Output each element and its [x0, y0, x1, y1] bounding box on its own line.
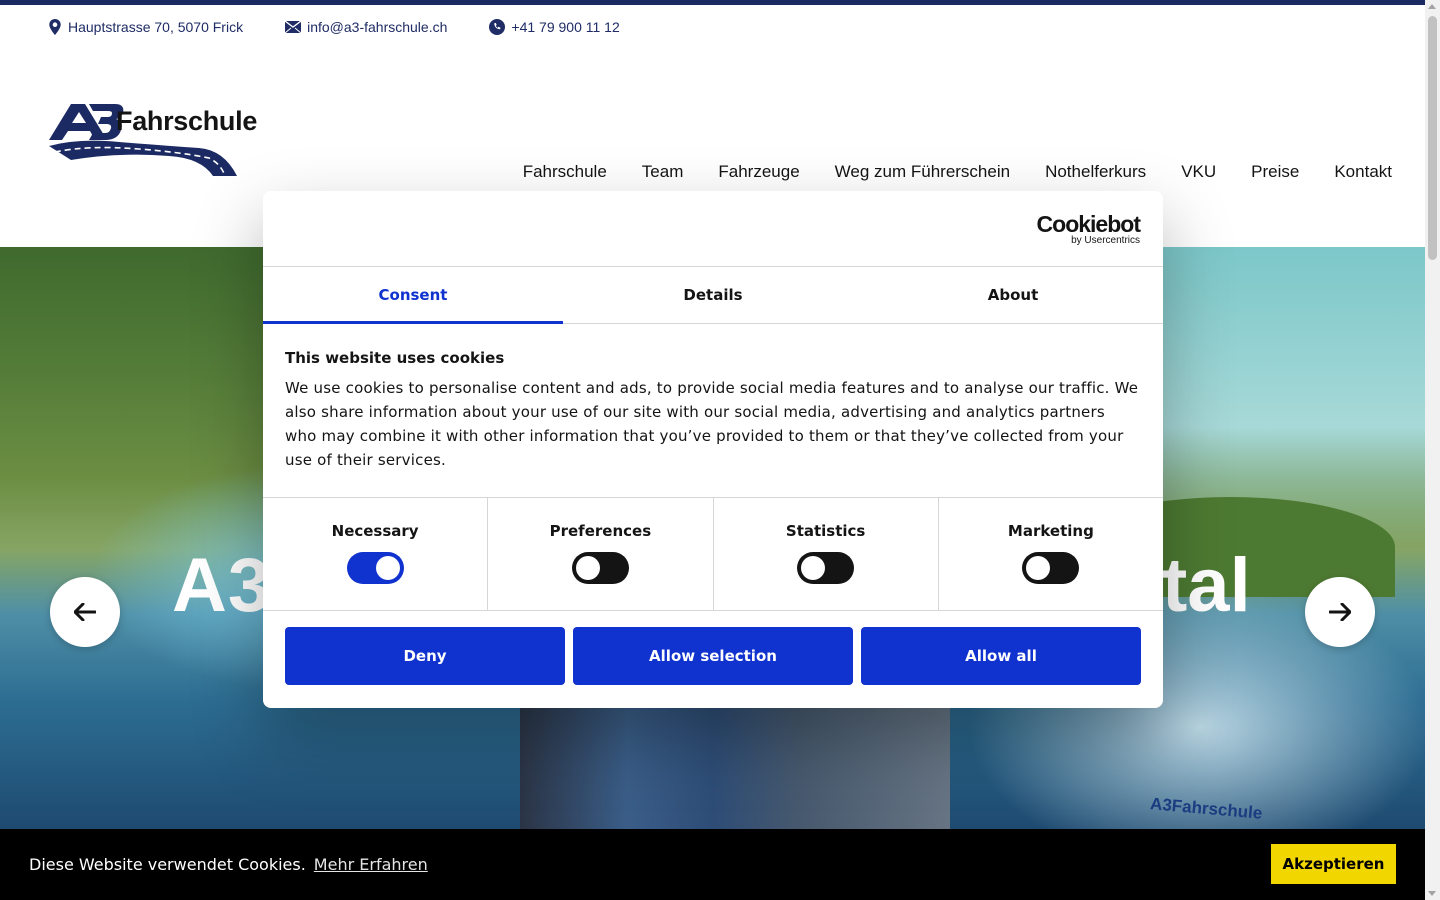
hero-title-start: A3 — [172, 543, 272, 628]
tab-about[interactable]: About — [863, 267, 1163, 323]
slider-next-button[interactable] — [1305, 577, 1375, 647]
toggle-label-preferences: Preferences — [549, 522, 652, 540]
cookie-dialog-title: This website uses cookies — [285, 349, 505, 367]
contact-bar: Hauptstrasse 70, 5070 Frick info@a3-fahr… — [48, 17, 662, 37]
cookie-notice-message: Diese Website verwendet Cookies. — [29, 855, 306, 874]
statistics-switch[interactable] — [797, 552, 855, 584]
cookie-category-toggles: Necessary Preferences Statistics Marketi… — [263, 498, 1163, 611]
top-border — [0, 0, 1425, 5]
nav-item-team[interactable]: Team — [642, 162, 684, 182]
switch-knob — [575, 556, 600, 580]
arrow-right-icon — [1329, 603, 1351, 621]
phone-icon — [489, 19, 506, 35]
cookie-dialog-text: We use cookies to personalise content an… — [285, 379, 1139, 469]
cookie-dialog-body: This website uses cookies We use cookies… — [263, 324, 1163, 498]
deny-button[interactable]: Deny — [285, 627, 565, 685]
cookiebot-brand: Cookiebot — [1036, 211, 1141, 237]
tab-details[interactable]: Details — [563, 267, 863, 323]
location-pin-icon — [49, 19, 61, 35]
allow-all-button[interactable]: Allow all — [861, 627, 1141, 685]
preferences-switch[interactable] — [571, 552, 629, 584]
toggle-preferences: Preferences — [488, 498, 714, 610]
cookiebot-logo[interactable]: Cookiebot by Usercentrics — [1036, 211, 1141, 247]
cookie-dialog-tabs: Consent Details About — [263, 267, 1163, 324]
phone-text: +41 79 900 11 12 — [511, 19, 620, 35]
toggle-label-marketing: Marketing — [1007, 522, 1094, 540]
toggle-label-statistics: Statistics — [785, 522, 866, 540]
nav-item-weg-zum-fuehrerschein[interactable]: Weg zum Führerschein — [835, 162, 1010, 182]
necessary-switch[interactable] — [346, 552, 404, 584]
arrow-left-icon — [74, 603, 96, 621]
phone-item[interactable]: +41 79 900 11 12 — [489, 19, 620, 35]
nav-item-kontakt[interactable]: Kontakt — [1334, 162, 1392, 182]
address-item[interactable]: Hauptstrasse 70, 5070 Frick — [48, 19, 243, 35]
accept-cookies-button[interactable]: Akzeptieren — [1271, 844, 1396, 884]
toggle-marketing: Marketing — [939, 498, 1163, 610]
main-nav: Fahrschule Team Fahrzeuge Weg zum Führer… — [523, 162, 1392, 182]
cookie-dialog-header: Cookiebot by Usercentrics — [263, 191, 1163, 267]
hero-title-end: tal — [1162, 543, 1251, 628]
toggle-label-necessary: Necessary — [331, 522, 419, 540]
logo-text: Fahrschule — [116, 106, 258, 136]
toggle-statistics: Statistics — [714, 498, 939, 610]
nav-item-preise[interactable]: Preise — [1251, 162, 1299, 182]
switch-knob — [801, 556, 826, 580]
page-scrollbar[interactable] — [1425, 0, 1440, 900]
nav-item-nothelferkurs[interactable]: Nothelferkurs — [1045, 162, 1146, 182]
learn-more-link[interactable]: Mehr Erfahren — [314, 855, 428, 874]
switch-knob — [375, 556, 400, 580]
envelope-icon — [285, 21, 302, 33]
email-text: info@a3-fahrschule.ch — [307, 19, 448, 35]
nav-item-fahrschule[interactable]: Fahrschule — [523, 162, 607, 182]
address-text: Hauptstrasse 70, 5070 Frick — [68, 19, 244, 35]
cookie-dialog-buttons: Deny Allow selection Allow all — [263, 611, 1163, 685]
allow-selection-button[interactable]: Allow selection — [573, 627, 853, 685]
site-logo[interactable]: Fahrschule — [49, 100, 279, 176]
cookie-notice-bar: Diese Website verwendet Cookies. Mehr Er… — [0, 829, 1425, 900]
tab-consent[interactable]: Consent — [263, 267, 563, 324]
nav-item-fahrzeuge[interactable]: Fahrzeuge — [718, 162, 799, 182]
marketing-switch[interactable] — [1022, 552, 1080, 584]
scroll-up-arrow-icon[interactable] — [1428, 4, 1436, 9]
scroll-down-arrow-icon[interactable] — [1428, 891, 1436, 896]
email-item[interactable]: info@a3-fahrschule.ch — [285, 19, 447, 35]
toggle-necessary: Necessary — [263, 498, 489, 610]
car-decal-logo: A3Fahrschule — [1149, 794, 1264, 823]
cookie-consent-dialog: Cookiebot by Usercentrics Consent Detail… — [263, 191, 1163, 708]
nav-item-vku[interactable]: VKU — [1181, 162, 1216, 182]
scrollbar-thumb[interactable] — [1428, 16, 1437, 260]
switch-knob — [1026, 556, 1051, 580]
slider-prev-button[interactable] — [50, 577, 120, 647]
